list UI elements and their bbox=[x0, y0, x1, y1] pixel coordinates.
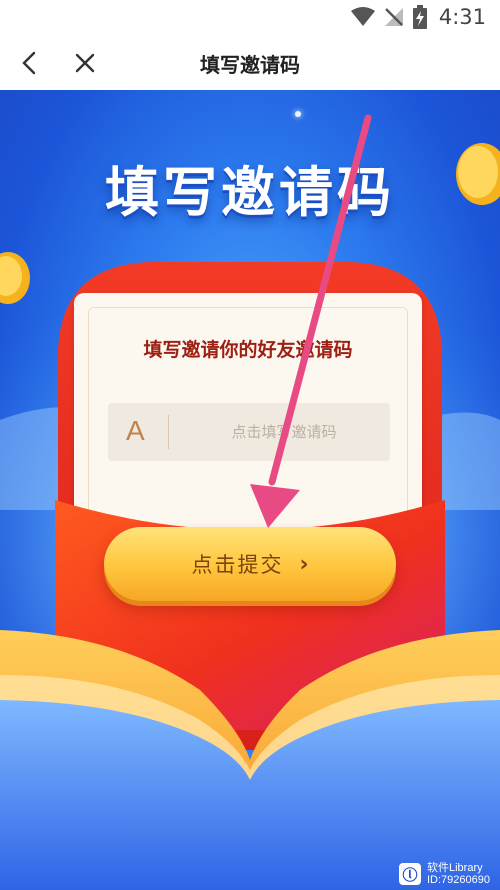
watermark: ⓛ 软件Library ID:79260690 bbox=[399, 862, 490, 886]
invite-banner: 填写邀请码 填写邀请你的好友邀请码 A 点击填写邀请码 bbox=[0, 90, 500, 890]
pointing-arrow bbox=[250, 114, 372, 528]
status-icons: 4:31 bbox=[350, 4, 486, 30]
no-signal-icon bbox=[384, 8, 403, 26]
watermark-logo-icon: ⓛ bbox=[399, 863, 421, 885]
page-title: 填写邀请码 bbox=[200, 53, 300, 77]
wifi-icon bbox=[350, 7, 375, 26]
status-time: 4:31 bbox=[438, 5, 486, 29]
status-bar: 4:31 bbox=[0, 0, 500, 36]
battery-charging-icon bbox=[412, 5, 427, 29]
nav-bar: 填写邀请码 bbox=[0, 36, 500, 90]
watermark-text: 软件Library ID:79260690 bbox=[427, 862, 490, 886]
